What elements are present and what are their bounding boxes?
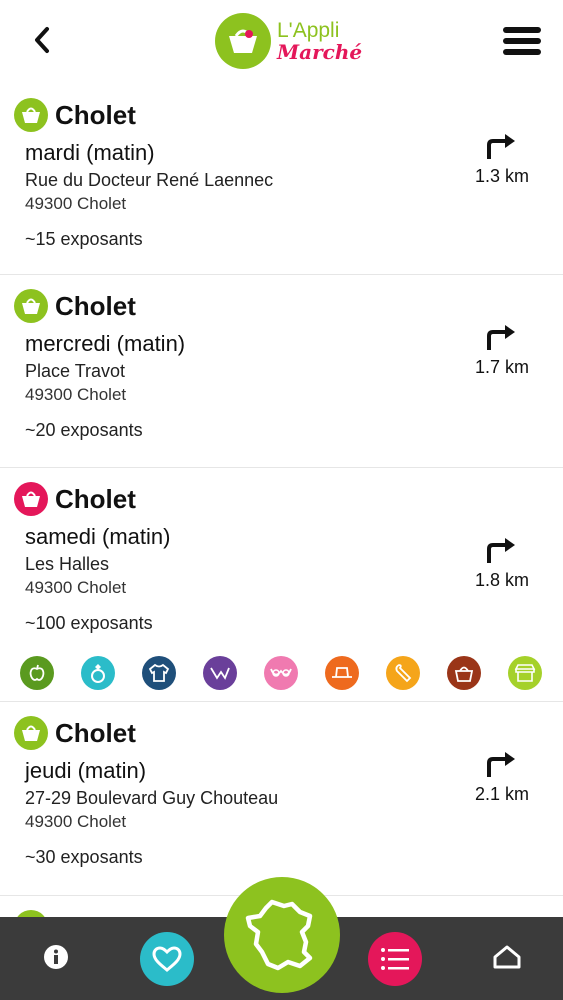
basket-badge-icon	[14, 289, 48, 323]
market-day: mercredi (matin)	[25, 331, 186, 356]
directions-button[interactable]: 1.3 km	[467, 132, 537, 187]
market-street: 27-29 Boulevard Guy Chouteau	[25, 788, 279, 808]
directions-button[interactable]: 1.7 km	[467, 323, 537, 378]
market-item[interactable]: Cholet samedi (matin) Les Halles 49300 C…	[0, 468, 563, 702]
tshirt-icon	[142, 656, 176, 690]
directions-arrow-icon	[487, 325, 515, 350]
market-city: 49300 Cholet	[25, 578, 127, 597]
market-city: 49300 Cholet	[25, 194, 127, 213]
market-vendors: ~100 exposants	[25, 613, 153, 633]
market-day: jeudi (matin)	[25, 758, 147, 783]
market-city: 49300 Cholet	[25, 385, 127, 404]
basket-badge-icon	[14, 98, 48, 132]
market-street: Les Halles	[25, 554, 110, 574]
market-vendors: ~20 exposants	[25, 420, 143, 440]
lingerie-icon	[264, 656, 298, 690]
home-icon	[493, 945, 521, 969]
market-street: Rue du Docteur René Laennec	[25, 170, 274, 190]
market-list: Cholet mardi (matin) Rue du Docteur René…	[0, 84, 563, 944]
chevron-left-icon	[35, 27, 49, 53]
handbag-icon	[447, 656, 481, 690]
ring-icon	[81, 656, 115, 690]
hamburger-menu-button[interactable]	[503, 24, 541, 58]
directions-arrow-icon	[487, 752, 515, 777]
market-town: Cholet	[55, 99, 136, 130]
market-item[interactable]: Cholet jeudi (matin) 27-29 Boulevard Guy…	[0, 702, 563, 896]
market-town: Cholet	[55, 483, 136, 514]
market-distance: 2.1 km	[474, 784, 530, 804]
basket-badge-icon	[14, 482, 48, 516]
market-street: Place Travot	[25, 361, 126, 381]
basket-logo-icon	[215, 13, 271, 69]
list-button[interactable]	[368, 932, 422, 986]
directions-button[interactable]: 1.8 km	[467, 536, 537, 591]
market-distance: 1.8 km	[474, 570, 530, 590]
menu-bar	[503, 27, 541, 33]
app-logo: L'Appli Marché	[215, 12, 362, 70]
market-distance: 1.7 km	[474, 357, 530, 377]
market-categories	[0, 656, 563, 700]
back-button[interactable]	[26, 22, 58, 58]
favorites-button[interactable]	[140, 932, 194, 986]
market-town: Cholet	[55, 290, 136, 321]
stall-icon	[508, 656, 542, 690]
market-item[interactable]: Cholet mardi (matin) Rue du Docteur René…	[0, 84, 563, 275]
hat-icon	[325, 656, 359, 690]
france-map-icon	[245, 899, 313, 971]
logo-line1: L'Appli	[277, 19, 340, 42]
apple-icon	[20, 656, 54, 690]
market-item[interactable]: Cholet mercredi (matin) Place Travot 493…	[0, 275, 563, 468]
market-distance: 1.3 km	[474, 166, 530, 186]
clothing-icon	[203, 656, 237, 690]
home-button[interactable]	[488, 939, 526, 975]
market-town: Cholet	[55, 717, 136, 748]
map-button[interactable]	[224, 877, 340, 993]
list-icon	[381, 948, 409, 970]
menu-bar	[503, 49, 541, 55]
logo-line2: Marché	[277, 40, 363, 64]
basket-badge-icon	[14, 716, 48, 750]
info-icon	[44, 945, 68, 969]
market-city: 49300 Cholet	[25, 812, 127, 831]
market-day: samedi (matin)	[25, 524, 171, 549]
market-vendors: ~30 exposants	[25, 847, 143, 867]
directions-arrow-icon	[487, 538, 515, 563]
tools-icon	[386, 656, 420, 690]
market-vendors: ~15 exposants	[25, 229, 143, 249]
menu-bar	[503, 38, 541, 44]
directions-button[interactable]: 2.1 km	[467, 750, 537, 805]
heart-icon	[152, 946, 182, 972]
market-day: mardi (matin)	[25, 140, 155, 165]
directions-arrow-icon	[487, 134, 515, 159]
info-button[interactable]	[38, 939, 74, 975]
app-header: L'Appli Marché	[0, 0, 563, 84]
